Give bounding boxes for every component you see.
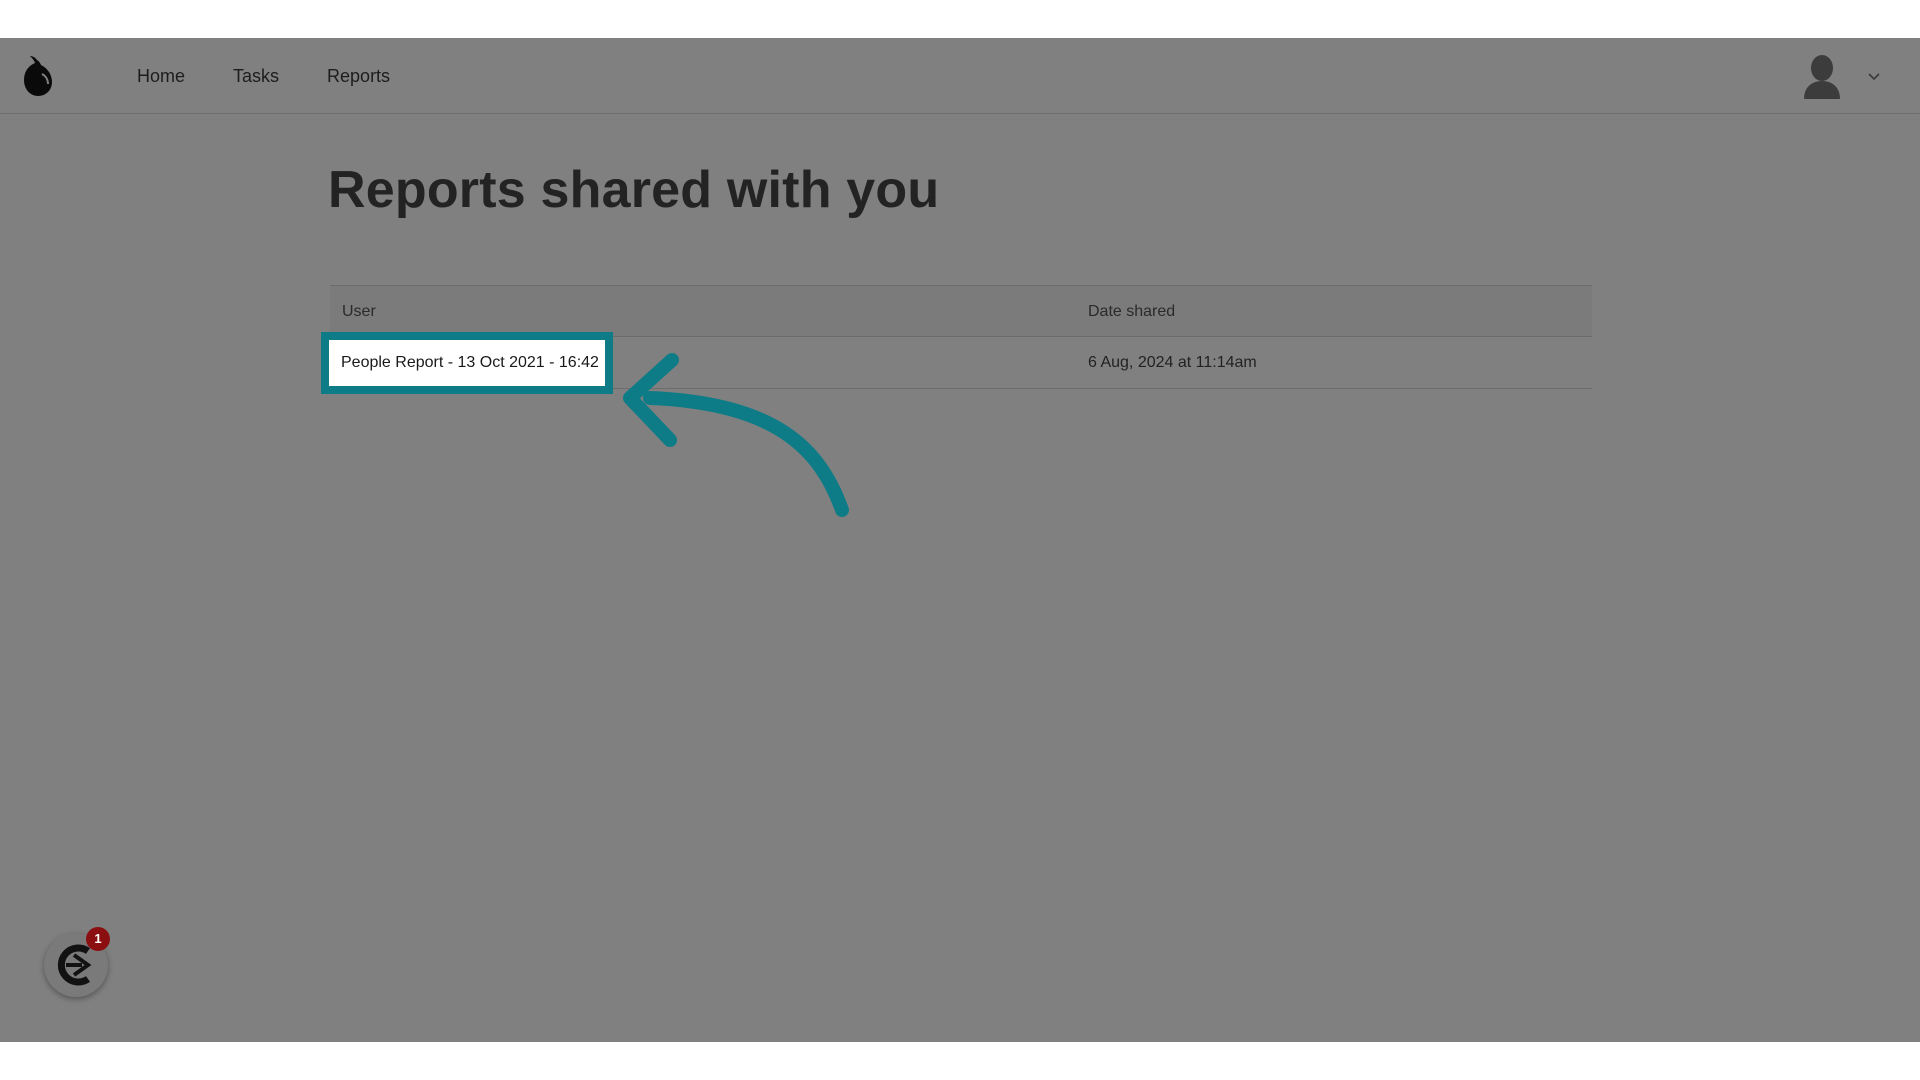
nav-home[interactable]: Home	[137, 66, 185, 87]
highlighted-report-link[interactable]: People Report - 13 Oct 2021 - 16:42	[321, 332, 613, 394]
column-header-date-shared: Date shared	[1088, 303, 1176, 320]
report-link[interactable]: People Report - 13 Oct 2021 - 16:42	[341, 354, 599, 372]
nav-reports[interactable]: Reports	[327, 66, 390, 87]
curved-arrow-icon	[623, 353, 849, 517]
column-header-user: User	[342, 303, 376, 320]
user-avatar-icon[interactable]	[1802, 53, 1842, 99]
nav-tasks[interactable]: Tasks	[233, 66, 279, 87]
table-header: User Date shared	[330, 285, 1592, 337]
date-shared-cell: 6 Aug, 2024 at 11:14am	[1088, 354, 1257, 371]
chevron-down-icon[interactable]	[1866, 68, 1882, 84]
app-frame: Home Tasks Reports Reports shared with y…	[0, 38, 1920, 1042]
assistant-widget-button[interactable]: 1	[44, 927, 110, 997]
main-nav: Home Tasks Reports	[137, 38, 390, 114]
top-navigation-bar: Home Tasks Reports	[0, 38, 1920, 114]
page-title: Reports shared with you	[328, 161, 940, 219]
notification-badge: 1	[86, 927, 110, 951]
pear-logo-icon[interactable]	[20, 56, 54, 96]
